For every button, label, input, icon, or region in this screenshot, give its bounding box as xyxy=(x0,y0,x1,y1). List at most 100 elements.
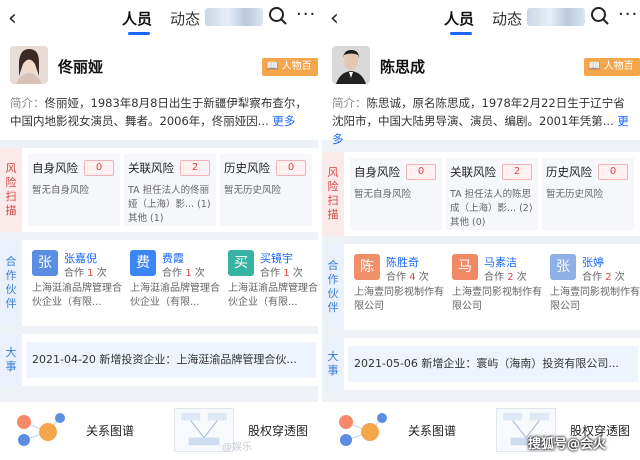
partner-card[interactable]: 陈 陈胜奇 合作 4 次 上海壹同影视制作有限公司 xyxy=(348,254,444,324)
blurred-tab xyxy=(527,8,585,26)
intro-label: 简介： xyxy=(10,96,45,110)
tag-char: 险 xyxy=(5,176,17,189)
partner-card[interactable]: 张 张嘉倪 合作 1 次 上海涏渝品牌管理合伙企业（有限... xyxy=(26,250,122,320)
partner-coop: 合作 2 次 xyxy=(484,268,527,283)
tag-char: 事 xyxy=(5,360,17,373)
partner-card[interactable]: 费 费霞 合作 1 次 上海涏渝品牌管理合伙企业（有限... xyxy=(124,250,220,320)
coop-suffix: 次 xyxy=(289,268,303,279)
profile-card: 佟丽娅 📖 人物百科 简介：佟丽娅，1983年8月8日出生于新疆伊犁察布查尔，中… xyxy=(0,40,318,140)
partner-company: 上海壹同影视制作有限公司 xyxy=(354,287,444,312)
person-name: 陈思成 xyxy=(380,58,426,76)
back-icon[interactable]: ‹ xyxy=(330,6,352,32)
partner-avatar: 马 xyxy=(452,254,478,280)
partner-coop: 合作 1 次 xyxy=(260,264,303,279)
wiki-label: 人物百科 xyxy=(266,61,312,90)
event-item[interactable]: 2021-05-06 新增企业：寰屿（海南）投资有限公司... xyxy=(348,346,638,382)
partner-card[interactable]: 张 张婷 合作 2 次 上海壹同影视制作有限公司 xyxy=(544,254,640,324)
intro: 简介：佟丽娅，1983年8月8日出生于新疆伊犁察布查尔，中国内地影视女演员、舞者… xyxy=(10,94,310,130)
more-icon[interactable]: ··· xyxy=(296,4,316,25)
risk-desc: 暂无历史风险 xyxy=(546,189,604,200)
tab-news[interactable]: 动态 xyxy=(492,8,522,29)
intro: 简介：陈思诚，原名陈思成，1978年2月22日生于辽宁省沈阳市，中国大陆男导演、… xyxy=(332,94,632,148)
relation-graph-label[interactable]: 关系图谱 xyxy=(86,422,134,439)
risk-count: 2 xyxy=(502,164,532,180)
risk-count: 2 xyxy=(180,160,210,176)
partner-card[interactable]: 马 马素洁 合作 2 次 上海壹同影视制作有限公司 xyxy=(446,254,542,324)
coop-prefix: 合作 xyxy=(162,268,186,279)
partner-card[interactable]: 买 买镜宇 合作 1 次 上海涏渝品牌管理合伙企业（有限... xyxy=(222,250,318,320)
bottom-bar: 关系图谱 股权穿透图 xyxy=(0,402,318,460)
risk-card-related[interactable]: 关联风险 2 TA 担任法人的佟丽娅（上海）影... (1) 其他 (1) xyxy=(124,154,216,226)
risk-card-self[interactable]: 自身风险 0 暂无自身风险 xyxy=(28,154,120,226)
search-icon[interactable] xyxy=(268,6,288,26)
events-tag: 大 事 xyxy=(322,338,344,390)
tag-char: 描 xyxy=(5,204,17,217)
risk-card-history[interactable]: 历史风险 0 暂无历史风险 xyxy=(220,154,312,226)
back-icon[interactable]: ‹ xyxy=(8,6,30,32)
partners-tag: 合 作 伙 伴 xyxy=(0,240,22,326)
sohu-watermark: 搜狐号@会火 xyxy=(528,437,607,452)
coop-prefix: 合作 xyxy=(582,272,606,283)
left-panel: ‹ 人员 动态 ··· 佟丽娅 📖 人物百科 简介：佟丽娅，1983年8月8日出… xyxy=(0,0,318,460)
tag-char: 合 xyxy=(327,259,339,272)
profile-card: 陈思成 📖 人物百科 简介：陈思诚，原名陈思成，1978年2月22日生于辽宁省沈… xyxy=(322,40,640,146)
relation-graph-label[interactable]: 关系图谱 xyxy=(408,422,456,439)
risk-title: 自身风险 xyxy=(32,161,78,175)
tab-people[interactable]: 人员 xyxy=(122,8,152,29)
intro-more-link[interactable]: 更多 xyxy=(272,114,295,128)
equity-chart-label[interactable]: 股权穿透图 xyxy=(248,422,308,439)
wiki-button[interactable]: 📖 人物百科 xyxy=(262,58,318,90)
tag-char: 险 xyxy=(327,180,339,193)
partner-avatar: 张 xyxy=(550,254,576,280)
risk-count: 0 xyxy=(84,160,114,176)
more-icon[interactable]: ··· xyxy=(618,4,638,25)
relation-graph-icon[interactable] xyxy=(330,408,394,452)
wiki-label: 人物百科 xyxy=(588,61,634,90)
risk-card-related[interactable]: 关联风险 2 TA 担任法人的陈思成（上海）影... (2) 其他 (0) xyxy=(446,158,538,230)
search-icon[interactable] xyxy=(590,6,610,26)
risk-title: 关联风险 xyxy=(450,165,496,179)
tag-char: 合 xyxy=(5,255,17,268)
risk-title: 关联风险 xyxy=(128,161,174,175)
risk-card-self[interactable]: 自身风险 0 暂无自身风险 xyxy=(350,158,442,230)
tag-char: 伙 xyxy=(5,283,17,296)
coop-suffix: 次 xyxy=(93,268,107,279)
events-section: 大 事 2021-05-06 新增企业：寰屿（海南）投资有限公司... xyxy=(322,338,640,390)
nav-bar: ‹ 人员 动态 ··· xyxy=(322,0,640,40)
partner-company: 上海壹同影视制作有限公司 xyxy=(452,287,542,312)
relation-graph-icon[interactable] xyxy=(8,408,72,452)
risk-count: 0 xyxy=(406,164,436,180)
coop-prefix: 合作 xyxy=(484,272,508,283)
screenshot-compare: ‹ 人员 动态 ··· 佟丽娅 📖 人物百科 简介：佟丽娅，1983年8月8日出… xyxy=(0,0,640,460)
coop-prefix: 合作 xyxy=(386,272,410,283)
risk-count: 0 xyxy=(598,164,628,180)
risk-desc: 暂无自身风险 xyxy=(32,185,90,196)
tag-char: 扫 xyxy=(327,194,339,207)
avatar xyxy=(10,46,48,84)
nav-bar: ‹ 人员 动态 ··· xyxy=(0,0,318,40)
wiki-button[interactable]: 📖 人物百科 xyxy=(584,58,640,90)
coop-suffix: 次 xyxy=(513,272,527,283)
tag-char: 描 xyxy=(327,208,339,221)
tab-people[interactable]: 人员 xyxy=(444,8,474,29)
coop-suffix: 次 xyxy=(415,272,429,283)
tab-news[interactable]: 动态 xyxy=(170,8,200,29)
avatar xyxy=(332,46,370,84)
tag-char: 作 xyxy=(327,273,339,286)
intro-text: 佟丽娅，1983年8月8日出生于新疆伊犁察布查尔，中国内地影视女演员、舞者。20… xyxy=(10,96,307,128)
partner-company: 上海涏渝品牌管理合伙企业（有限... xyxy=(32,283,122,308)
tab-active-indicator xyxy=(128,32,150,35)
blurred-tab xyxy=(205,8,263,26)
coop-prefix: 合作 xyxy=(260,268,284,279)
event-item[interactable]: 2021-04-20 新增投资企业：上海涏渝品牌管理合伙... xyxy=(26,342,316,378)
partner-company: 上海壹同影视制作有限公司 xyxy=(550,287,640,312)
risk-card-history[interactable]: 历史风险 0 暂无历史风险 xyxy=(542,158,634,230)
risk-desc: 暂无自身风险 xyxy=(354,189,412,200)
partner-avatar: 张 xyxy=(32,250,58,276)
tag-char: 伴 xyxy=(5,297,17,310)
risk-count: 0 xyxy=(276,160,306,176)
partners-tag: 合 作 伙 伴 xyxy=(322,244,344,330)
coop-suffix: 次 xyxy=(191,268,205,279)
partners-section: 合 作 伙 伴 张 张嘉倪 合作 1 次 上海涏渝品牌管理合伙企业（有限... … xyxy=(0,240,318,326)
tag-char: 扫 xyxy=(5,190,17,203)
